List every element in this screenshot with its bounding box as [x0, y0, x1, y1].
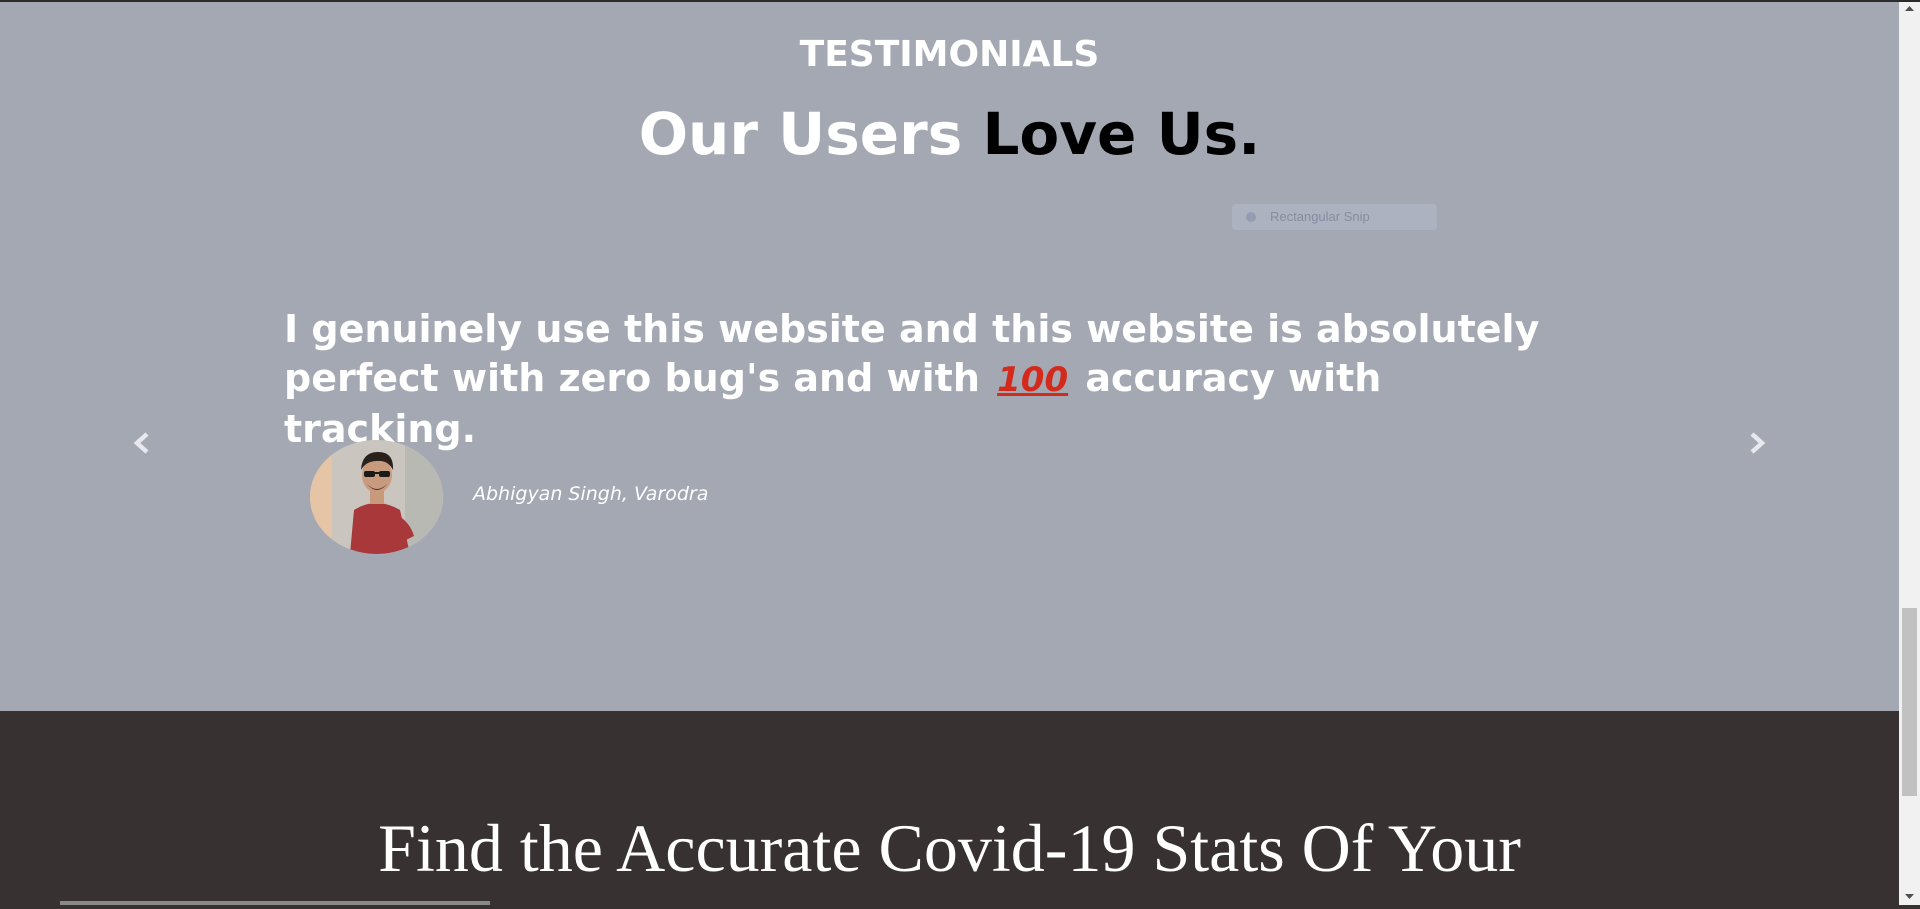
- section-eyebrow: TESTIMONIALS: [799, 34, 1100, 75]
- page-viewport: TESTIMONIALS Our Users Love Us. Rectangu…: [0, 0, 1899, 905]
- chevron-left-icon: [133, 432, 149, 454]
- avatar-photo: [310, 440, 443, 554]
- hundred-points-icon: 100: [997, 360, 1069, 400]
- headline-light-part: Our Users: [638, 100, 963, 168]
- testimonials-section: TESTIMONIALS Our Users Love Us. Rectangu…: [0, 0, 1899, 711]
- vertical-scroll-thumb[interactable]: [1902, 608, 1917, 796]
- carousel-next-button[interactable]: [1741, 428, 1771, 458]
- horizontal-scroll-indicator[interactable]: [60, 901, 490, 905]
- find-stats-title: Find the Accurate Covid-19 Stats Of Your: [378, 810, 1521, 886]
- carousel-prev-button[interactable]: [128, 428, 158, 458]
- headline-dark-part: Love Us.: [982, 100, 1261, 168]
- chevron-right-icon: [1750, 432, 1766, 454]
- find-stats-section: Find the Accurate Covid-19 Stats Of Your: [0, 711, 1899, 905]
- snip-mode-icon: [1246, 212, 1256, 222]
- testimonial-quote: I genuinely use this website and this we…: [284, 305, 1584, 454]
- vertical-scrollbar[interactable]: [1899, 0, 1920, 905]
- scroll-up-arrow-icon: [1905, 6, 1914, 11]
- testimonial-author: Abhigyan Singh, Varodra: [473, 483, 709, 505]
- snip-tool-overlay: Rectangular Snip: [1232, 204, 1437, 230]
- section-headline: Our Users Love Us.: [0, 100, 1899, 168]
- window-top-border: [0, 0, 1920, 2]
- snip-overlay-label: Rectangular Snip: [1270, 209, 1370, 224]
- scroll-up-button[interactable]: [1899, 0, 1920, 17]
- scroll-down-arrow-icon: [1905, 894, 1914, 899]
- author-avatar: [310, 440, 443, 554]
- scroll-down-button[interactable]: [1899, 888, 1920, 905]
